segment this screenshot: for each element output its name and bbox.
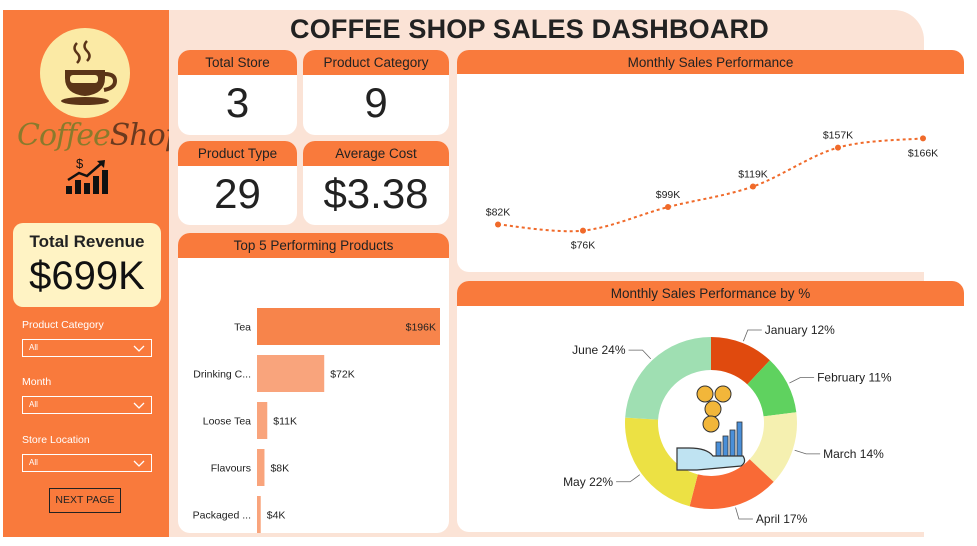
logo-badge <box>40 28 130 118</box>
kpi-value: 9 <box>364 79 388 126</box>
select-value: All <box>29 458 38 467</box>
month-select[interactable]: All <box>22 396 152 414</box>
sales-line <box>497 137 924 233</box>
logo: CoffeeShop $ <box>3 10 184 210</box>
total-revenue-card: Total Revenue $699K <box>13 223 161 307</box>
monthly-sales-chart: $82KJanuary$76KFebruary$99KMarch$119KApr… <box>486 130 938 252</box>
data-point <box>495 221 501 228</box>
bar-value-label: $11K <box>273 416 297 428</box>
filter-label: Month <box>22 376 52 388</box>
monthly-share-chart: January 12% February 11% March 14% April 17… <box>563 323 892 526</box>
monthly-share-card: Monthly Sales Performance by % January 1… <box>457 281 964 532</box>
slice-label: January 12% <box>765 323 835 337</box>
leader-line <box>735 507 753 520</box>
logo-text: CoffeeShop <box>17 118 184 153</box>
bar-value-label: $8K <box>270 463 289 475</box>
leader-line <box>616 474 641 483</box>
slice-label: February 11% <box>817 371 892 385</box>
data-point <box>665 204 671 211</box>
dashboard-page: CoffeeShop $ Total Revenue $699K Product… <box>0 0 977 546</box>
kpi-product-category: Product Category 9 <box>303 50 449 135</box>
kpi-value: 29 <box>214 170 261 217</box>
filter-product-category: Product Category All <box>22 319 154 357</box>
filter-label: Product Category <box>22 319 104 331</box>
filter-label: Store Location <box>22 434 90 446</box>
bar <box>257 496 261 533</box>
kpi-label: Average Cost <box>303 141 449 166</box>
slice-label: March 14% <box>823 447 884 461</box>
kpi-label: Total Store <box>178 50 297 75</box>
kpi-product-type: Product Type 29 <box>178 141 297 225</box>
slice-label: April 17% <box>756 512 808 526</box>
top-products-chart: Tea $196K Drinking C... $72K Loose Tea $11K Fl… <box>193 308 440 533</box>
leader-line <box>794 449 821 455</box>
top-products-title: Top 5 Performing Products <box>178 233 449 258</box>
select-value: All <box>29 400 38 409</box>
top-products-card: Top 5 Performing Products Tea $196K Drinki… <box>178 233 449 533</box>
monthly-sales-title: Monthly Sales Performance <box>457 50 964 74</box>
leader-line <box>628 349 652 360</box>
filter-store-location: Store Location All <box>22 434 154 472</box>
data-point <box>580 227 586 234</box>
coin-shape <box>704 400 722 418</box>
bar-category-label: Loose Tea <box>203 416 251 428</box>
bar <box>257 449 265 486</box>
kpi-value: 3 <box>225 79 250 126</box>
chevron-down-icon <box>133 345 145 352</box>
bar-category-label: Packaged ... <box>193 510 251 522</box>
svg-text:$: $ <box>76 156 84 171</box>
kpi-label: Product Type <box>178 141 297 166</box>
product-category-select[interactable]: All <box>22 339 152 357</box>
data-point <box>750 183 756 190</box>
money-growth-icon <box>676 385 746 471</box>
monthly-share-title: Monthly Sales Performance by % <box>457 281 964 306</box>
data-label: $166K <box>908 147 938 159</box>
data-label: $99K <box>656 189 681 201</box>
coin-shape <box>696 385 714 403</box>
next-page-button[interactable]: NEXT PAGE <box>49 488 121 513</box>
data-label: $157K <box>823 130 853 142</box>
select-value: All <box>29 343 38 352</box>
total-revenue-value: $699K <box>29 254 145 298</box>
leader-line <box>743 329 762 342</box>
bar-value-label: $72K <box>330 369 355 381</box>
bar <box>257 402 268 439</box>
bar-category-label: Drinking C... <box>193 369 251 381</box>
coin-shape <box>714 385 732 403</box>
total-revenue-label: Total Revenue <box>29 232 145 251</box>
kpi-value: $3.38 <box>323 170 429 217</box>
kpi-total-store: Total Store 3 <box>178 50 297 135</box>
bar-value-label: $196K <box>406 322 436 334</box>
data-point <box>920 135 926 142</box>
chevron-down-icon <box>133 460 145 467</box>
coffee-cup-icon <box>61 40 118 105</box>
kpi-average-cost: Average Cost $3.38 <box>303 141 449 225</box>
data-point <box>835 144 841 151</box>
data-label: $119K <box>738 169 768 181</box>
donut-slice <box>625 337 711 420</box>
chevron-down-icon <box>133 402 145 409</box>
bar <box>257 355 325 392</box>
bar-category-label: Tea <box>234 322 251 334</box>
slice-label: June 24% <box>572 343 626 357</box>
slice-label: May 22% <box>563 475 613 489</box>
store-location-select[interactable]: All <box>22 454 152 472</box>
data-label: $76K <box>571 240 596 252</box>
bar-value-label: $4K <box>267 510 286 522</box>
filter-month: Month All <box>22 376 154 414</box>
page-title: COFFEE SHOP SALES DASHBOARD <box>290 14 769 44</box>
growth-chart-icon: $ <box>66 156 108 194</box>
data-label: $82K <box>486 206 511 218</box>
coin-shape <box>702 415 720 433</box>
bar-category-label: Flavours <box>211 463 251 475</box>
monthly-sales-card: Monthly Sales Performance $82KJanuary$76… <box>457 50 964 272</box>
sidebar: CoffeeShop $ Total Revenue $699K Product… <box>3 10 184 537</box>
leader-line <box>789 377 815 384</box>
kpi-label: Product Category <box>303 50 449 75</box>
